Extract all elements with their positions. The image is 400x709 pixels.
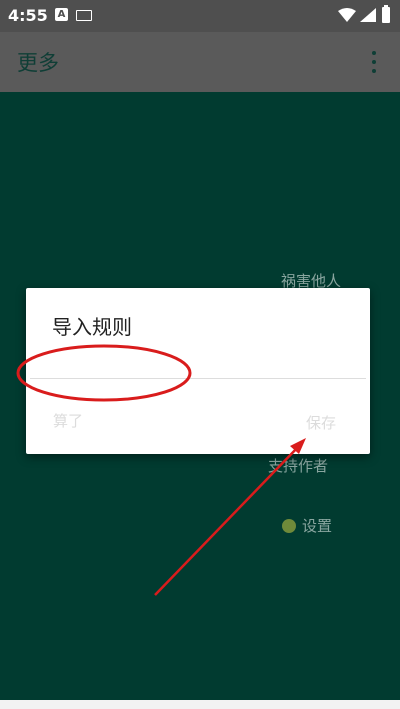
menu-item-support-author[interactable]: 支持作者 xyxy=(268,455,328,476)
overflow-menu-icon[interactable] xyxy=(362,48,386,76)
settings-icon xyxy=(282,518,296,533)
signal-icon xyxy=(360,8,376,22)
menu-item-settings[interactable]: 设置 xyxy=(282,515,332,536)
status-time: 4:55 xyxy=(8,6,48,25)
page-title: 更多 xyxy=(17,51,59,75)
status-bar: 4:55 A xyxy=(0,0,400,32)
menu-item-settings-label: 设置 xyxy=(302,517,333,535)
a-notification-icon: A xyxy=(55,8,68,21)
app-bar: 更多 xyxy=(0,32,400,92)
bottom-strip xyxy=(0,700,400,709)
dialog-title: 导入规则 xyxy=(52,315,132,339)
save-button[interactable]: 保存 xyxy=(306,412,336,433)
wifi-icon xyxy=(338,8,356,22)
import-rules-dialog: 导入规则 算了 保存 xyxy=(26,288,370,454)
keyboard-icon xyxy=(76,10,92,21)
cancel-button[interactable]: 算了 xyxy=(53,410,83,431)
rule-input[interactable] xyxy=(30,348,366,379)
battery-icon xyxy=(382,5,390,23)
